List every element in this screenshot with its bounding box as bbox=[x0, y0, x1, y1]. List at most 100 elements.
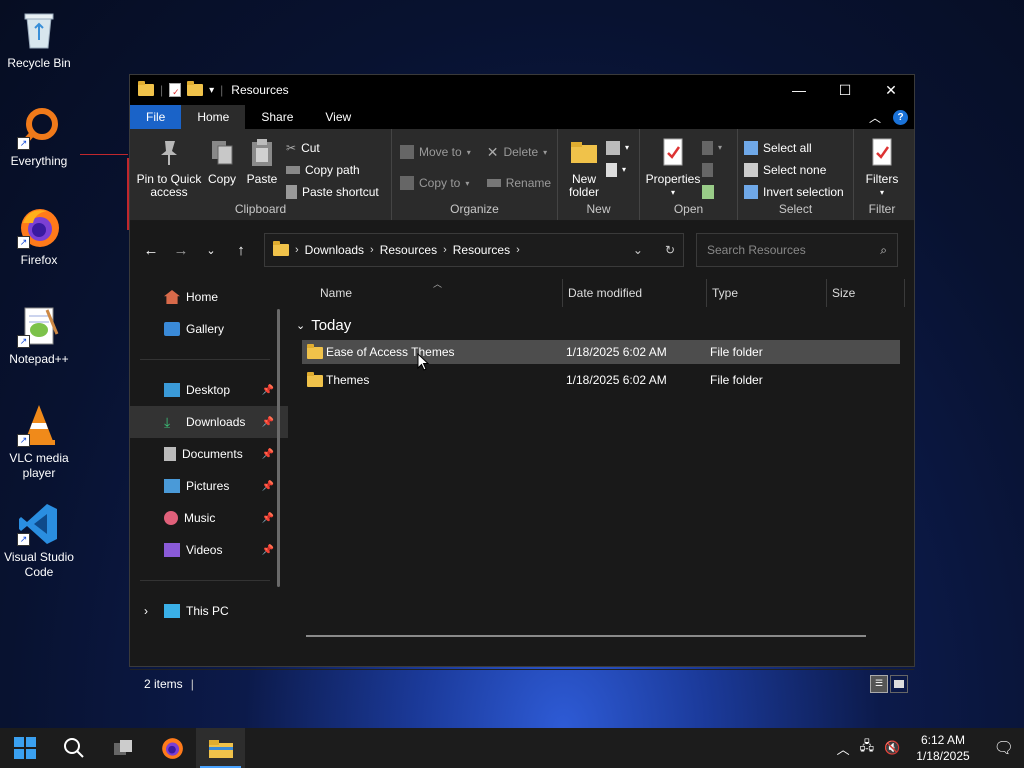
notifications-icon[interactable]: 🗨 bbox=[994, 738, 1014, 758]
tab-share[interactable]: Share bbox=[245, 105, 309, 129]
taskbar-firefox[interactable] bbox=[147, 728, 196, 768]
nav-item-documents[interactable]: Documents 📌 bbox=[130, 438, 288, 470]
nav-item-gallery[interactable]: Gallery bbox=[130, 313, 288, 345]
pin-icon[interactable]: 📌 bbox=[262, 417, 274, 428]
clock[interactable]: 6:12 AM 1/18/2025 bbox=[910, 732, 975, 764]
cut-button[interactable]: ✂ Cut bbox=[286, 139, 379, 156]
pin-icon[interactable]: 📌 bbox=[262, 449, 274, 460]
refresh-icon[interactable]: ↻ bbox=[665, 243, 675, 257]
quick-access-dropdown-icon[interactable]: ▾ bbox=[209, 85, 214, 96]
invert-selection-button[interactable]: Invert selection bbox=[744, 183, 844, 200]
pin-icon[interactable]: 📌 bbox=[262, 545, 274, 556]
desktop-icon-label: Notepad++ bbox=[9, 352, 69, 366]
music-icon bbox=[164, 511, 178, 525]
select-none-button[interactable]: Select none bbox=[744, 161, 844, 178]
maximize-button[interactable]: ☐ bbox=[822, 75, 868, 105]
file-list[interactable]: ︿ Name Date modified Type Size ⌄ Today E… bbox=[288, 279, 914, 669]
breadcrumb-item[interactable]: Downloads bbox=[305, 243, 364, 257]
column-header-name[interactable]: Name bbox=[320, 286, 352, 300]
open-button[interactable]: ▾ bbox=[702, 139, 722, 156]
back-button[interactable]: ← bbox=[136, 242, 166, 259]
large-icons-view-button[interactable] bbox=[890, 674, 908, 693]
address-bar[interactable]: › Downloads › Resources › Resources › ⌄ … bbox=[264, 233, 684, 267]
nav-item-music[interactable]: Music 📌 bbox=[130, 502, 288, 534]
nav-item-downloads[interactable]: ⤓ Downloads 📌 bbox=[130, 406, 288, 438]
computer-icon bbox=[164, 604, 180, 618]
large-icons-view-icon bbox=[894, 679, 904, 688]
desktop-icon-vscode[interactable]: ↗ Visual Studio Code bbox=[0, 502, 78, 580]
column-header-type[interactable]: Type bbox=[712, 286, 738, 300]
copy-to-button[interactable]: Copy to ▾ bbox=[400, 170, 471, 196]
file-explorer-window[interactable]: | ✓ ▾ | Resources — ☐ ✕ File Home Share … bbox=[129, 74, 915, 693]
nav-item-desktop[interactable]: Desktop 📌 bbox=[130, 374, 288, 406]
column-divider[interactable] bbox=[562, 279, 563, 307]
file-row[interactable]: Ease of Access Themes 1/18/2025 6:02 AM … bbox=[302, 340, 900, 364]
forward-button[interactable]: → bbox=[166, 242, 196, 259]
column-header-size[interactable]: Size bbox=[832, 286, 855, 300]
divider bbox=[140, 359, 270, 360]
select-all-button[interactable]: Select all bbox=[744, 139, 844, 156]
new-folder-icon bbox=[571, 142, 597, 163]
search-button[interactable] bbox=[49, 728, 98, 768]
select-all-label: Select all bbox=[763, 140, 812, 155]
recycle-bin-icon bbox=[17, 8, 61, 52]
tab-file[interactable]: File bbox=[130, 105, 182, 129]
up-button[interactable]: ↑ bbox=[226, 242, 256, 259]
chevron-right-icon[interactable]: › bbox=[144, 604, 158, 618]
desktop-icon-notepadpp[interactable]: ↗ Notepad++ bbox=[0, 304, 78, 367]
desktop-icon-vlc[interactable]: ↗ VLC media player bbox=[0, 403, 78, 481]
group-header-today[interactable]: ⌄ Today bbox=[296, 317, 351, 334]
file-row[interactable]: Themes 1/18/2025 6:02 AM File folder bbox=[302, 368, 900, 392]
column-divider[interactable] bbox=[904, 279, 905, 307]
recent-locations-button[interactable]: ⌄ bbox=[196, 244, 226, 257]
navigation-pane[interactable]: Home Gallery Desktop 📌 ⤓ Downloads 📌 Docume… bbox=[130, 279, 288, 669]
move-to-button[interactable]: Move to ▾ bbox=[400, 139, 471, 165]
pin-icon[interactable]: 📌 bbox=[262, 385, 274, 396]
properties-quick-icon[interactable]: ✓ bbox=[169, 83, 182, 97]
delete-button[interactable]: ✕ Delete ▾ bbox=[487, 139, 551, 165]
search-input[interactable]: Search Resources ⌕ bbox=[696, 233, 898, 267]
column-divider[interactable] bbox=[826, 279, 827, 307]
help-icon[interactable]: ? bbox=[893, 109, 908, 125]
column-header-date[interactable]: Date modified bbox=[568, 286, 642, 300]
nav-item-pictures[interactable]: Pictures 📌 bbox=[130, 470, 288, 502]
tab-home[interactable]: Home bbox=[181, 105, 246, 129]
column-divider[interactable] bbox=[706, 279, 707, 307]
close-button[interactable]: ✕ bbox=[868, 75, 914, 105]
edit-button[interactable] bbox=[702, 161, 722, 178]
details-view-button[interactable]: ☰ bbox=[870, 674, 888, 693]
minimize-button[interactable]: — bbox=[776, 75, 822, 105]
task-view-button[interactable] bbox=[98, 728, 147, 768]
start-button[interactable] bbox=[0, 728, 49, 768]
desktop-icon-recycle-bin[interactable]: Recycle Bin bbox=[0, 8, 78, 71]
taskbar-file-explorer[interactable] bbox=[196, 728, 245, 768]
tab-view[interactable]: View bbox=[309, 105, 367, 129]
network-icon[interactable]: 🖧 bbox=[860, 737, 875, 759]
new-item-button[interactable]: ▾ bbox=[606, 139, 629, 156]
breadcrumb-item[interactable]: Resources bbox=[380, 243, 437, 257]
history-button[interactable] bbox=[702, 183, 722, 200]
volume-muted-icon[interactable]: 🔇 bbox=[884, 740, 900, 756]
easy-access-button[interactable]: ▾ bbox=[606, 161, 629, 178]
nav-item-videos[interactable]: Videos 📌 bbox=[130, 534, 288, 566]
file-date: 1/18/2025 6:02 AM bbox=[566, 345, 667, 359]
show-hidden-icons-icon[interactable]: ︿ bbox=[837, 739, 850, 758]
nav-item-home[interactable]: Home bbox=[130, 281, 288, 313]
address-dropdown-icon[interactable]: ⌄ bbox=[633, 243, 643, 257]
breadcrumb-item[interactable]: Resources bbox=[453, 243, 510, 257]
collapse-ribbon-icon[interactable]: ︿ bbox=[869, 109, 881, 126]
pin-icon[interactable]: 📌 bbox=[262, 481, 274, 492]
rename-button[interactable]: Rename bbox=[486, 170, 551, 196]
paste-shortcut-button[interactable]: Paste shortcut bbox=[286, 183, 379, 200]
everything-icon: ↗ bbox=[17, 106, 61, 150]
horizontal-scrollbar[interactable] bbox=[306, 635, 866, 637]
pin-icon[interactable]: 📌 bbox=[262, 513, 274, 524]
nav-item-this-pc[interactable]: › This PC bbox=[130, 595, 288, 627]
desktop-icon-everything[interactable]: ↗ Everything bbox=[0, 106, 78, 169]
new-folder-quick-icon[interactable] bbox=[187, 81, 204, 96]
title-bar[interactable]: | ✓ ▾ | Resources — ☐ ✕ bbox=[130, 75, 914, 105]
copy-path-button[interactable]: Copy path bbox=[286, 161, 379, 178]
firefox-icon bbox=[161, 738, 183, 759]
nav-scrollbar[interactable] bbox=[277, 309, 280, 587]
desktop-icon-firefox[interactable]: ↗ Firefox bbox=[0, 205, 78, 268]
